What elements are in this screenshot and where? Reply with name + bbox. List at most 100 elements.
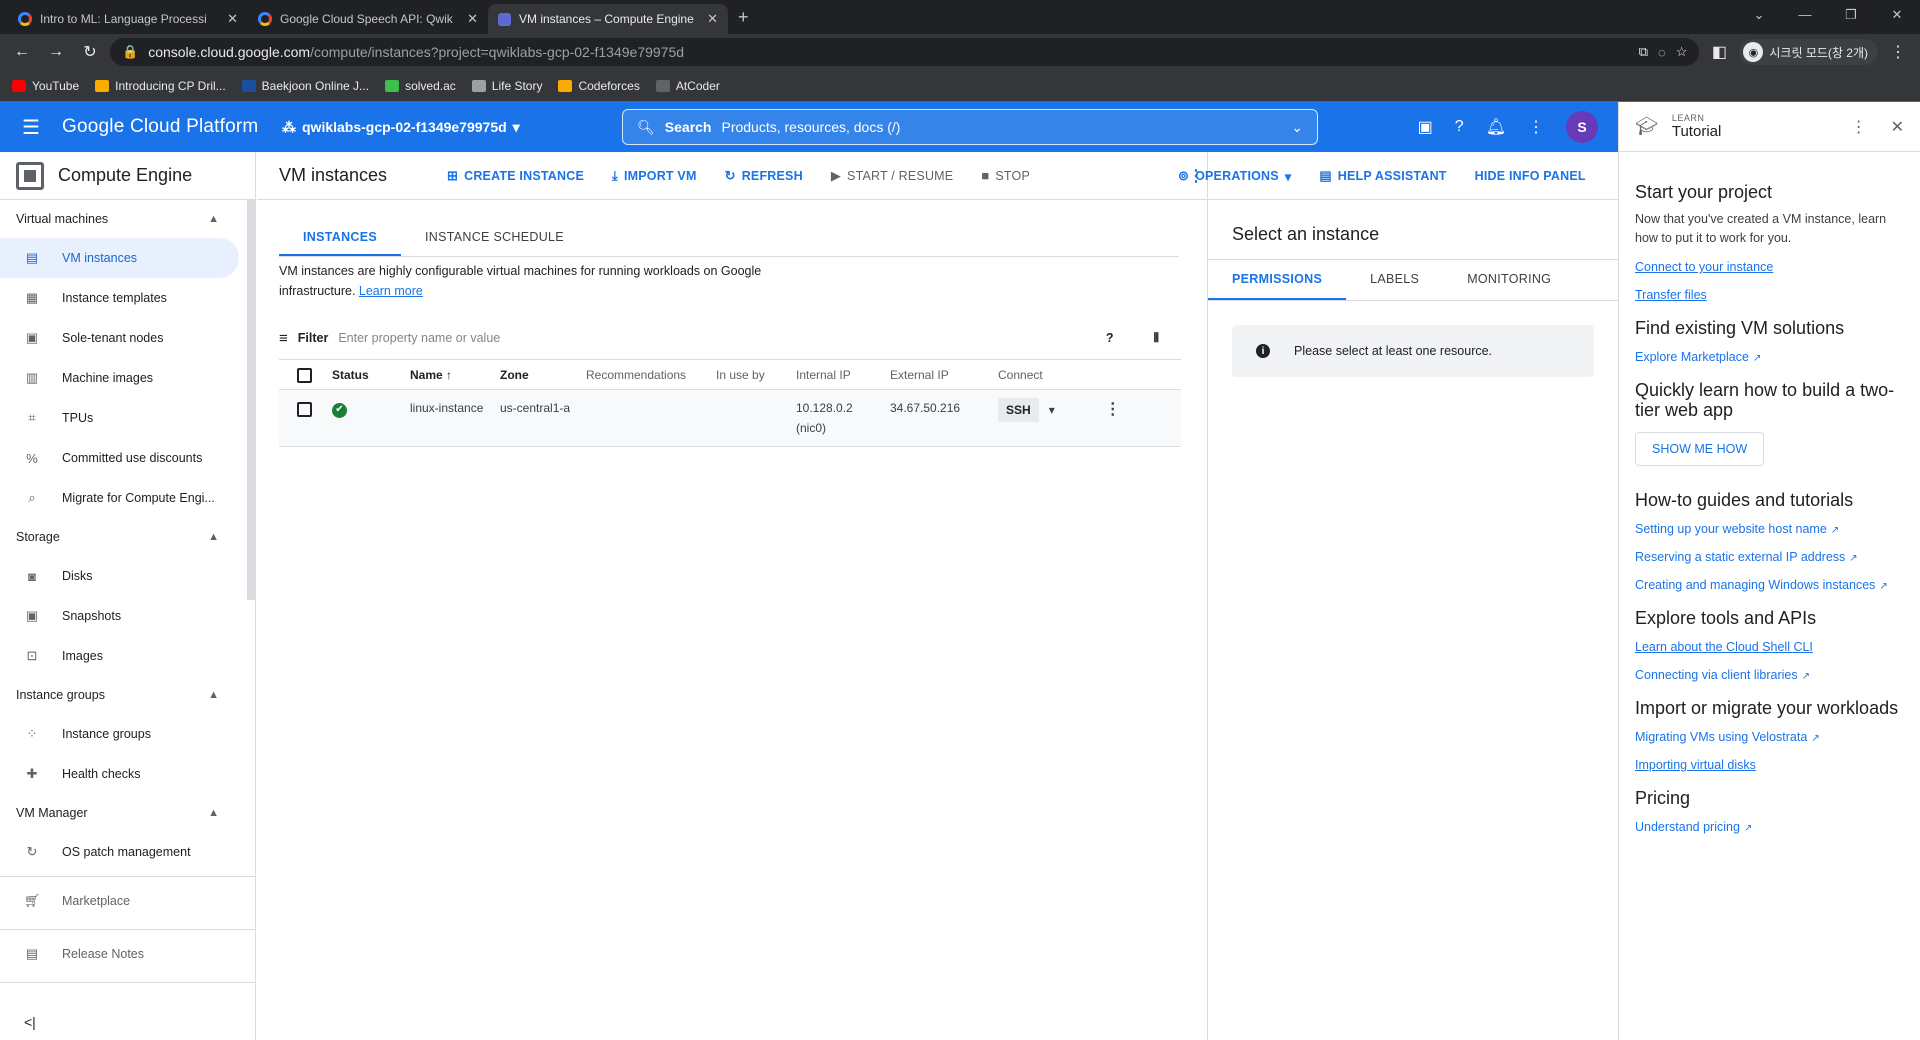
column-display-icon[interactable]: ⦀: [1153, 331, 1159, 346]
import-vm-button[interactable]: ⤓ IMPORT VM: [612, 168, 697, 184]
sidebar-item-marketplace[interactable]: 🛒︎ Marketplace: [0, 877, 255, 925]
table-row[interactable]: ✔ linux-instance us-central1-a 10.128.0.…: [279, 389, 1181, 447]
notifications-icon[interactable]: 🔔︎: [1486, 117, 1506, 137]
bookmark[interactable]: solved.ac: [385, 79, 456, 93]
star-icon[interactable]: ☆: [1676, 44, 1688, 60]
collapse-sidebar-icon[interactable]: <|: [24, 1014, 36, 1030]
search-input[interactable]: 🔍︎ Search Products, resources, docs (/) …: [622, 109, 1318, 145]
refresh-button[interactable]: ↻ REFRESH: [725, 168, 803, 184]
transfer-files-link[interactable]: Transfer files: [1635, 288, 1904, 302]
import-disks-link[interactable]: Importing virtual disks: [1635, 758, 1904, 772]
eye-off-icon[interactable]: ◌: [1658, 45, 1666, 60]
bookmark[interactable]: Codeforces: [558, 79, 640, 93]
create-instance-button[interactable]: ⊞ CREATE INSTANCE: [447, 168, 584, 184]
side-panel-icon[interactable]: ◧: [1705, 38, 1733, 66]
new-tab-button[interactable]: +: [728, 7, 759, 34]
sidebar-item-tpus[interactable]: ⌗ TPUs: [0, 398, 255, 438]
restore-icon[interactable]: ❐: [1828, 0, 1874, 30]
stop-button[interactable]: ■ STOP: [981, 168, 1030, 183]
external-ip-cell[interactable]: 34.67.50.216: [884, 389, 992, 447]
start-resume-button[interactable]: ▶ START / RESUME: [831, 168, 954, 184]
sidebar-item-sole-tenant-nodes[interactable]: ▣ Sole-tenant nodes: [0, 318, 255, 358]
sidebar-scrollbar[interactable]: [247, 200, 255, 600]
hide-info-panel-button[interactable]: HIDE INFO PANEL: [1475, 169, 1586, 183]
connect-instance-link[interactable]: Connect to your instance: [1635, 260, 1904, 274]
bookmark[interactable]: YouTube: [12, 79, 79, 93]
host-name-link[interactable]: Setting up your website host name ↗: [1635, 522, 1904, 536]
row-checkbox[interactable]: [297, 402, 312, 417]
filter-input[interactable]: Enter property name or value: [338, 331, 500, 345]
help-icon[interactable]: ?: [1455, 118, 1464, 136]
help-assistant-button[interactable]: ▤ HELP ASSISTANT: [1319, 168, 1446, 184]
close-window-icon[interactable]: ✕: [1874, 0, 1920, 30]
column-zone[interactable]: Zone: [494, 359, 580, 390]
client-libraries-link[interactable]: Connecting via client libraries ↗: [1635, 668, 1904, 682]
sidebar-item-vm-instances[interactable]: ▤ VM instances: [0, 238, 239, 278]
marketplace-link[interactable]: Explore Marketplace ↗: [1635, 350, 1904, 364]
help-icon[interactable]: ?: [1106, 331, 1114, 346]
close-tab-icon[interactable]: ✕: [227, 11, 238, 27]
tab-instance-schedule[interactable]: INSTANCE SCHEDULE: [401, 224, 588, 256]
sidebar-item-release-notes[interactable]: ▤ Release Notes: [0, 930, 255, 978]
close-tab-icon[interactable]: ✕: [707, 11, 718, 27]
column-external-ip[interactable]: External IP: [884, 359, 992, 390]
tab-search-icon[interactable]: ⌄: [1736, 0, 1782, 30]
reload-icon[interactable]: ↻: [76, 38, 104, 66]
filter-bar[interactable]: ≡ Filter Enter property name or value ? ⦀: [279, 323, 1179, 353]
ssh-button[interactable]: SSH: [998, 398, 1039, 422]
browser-tab-active[interactable]: VM instances – Compute Engine ✕: [488, 4, 728, 34]
sidebar-item-migrate[interactable]: ⌕ Migrate for Compute Engi...: [0, 478, 255, 518]
windows-instances-link[interactable]: Creating and managing Windows instances ↗: [1635, 578, 1904, 592]
more-vert-icon[interactable]: ⋮: [1851, 117, 1867, 137]
forward-icon[interactable]: →: [42, 38, 70, 66]
velostrata-link[interactable]: Migrating VMs using Velostrata ↗: [1635, 730, 1904, 744]
column-status[interactable]: Status: [326, 359, 404, 390]
sidebar-item-health-checks[interactable]: ✚ Health checks: [0, 754, 255, 794]
show-me-how-button[interactable]: SHOW ME HOW: [1635, 432, 1765, 466]
gcp-logo-title[interactable]: Google Cloud Platform: [62, 116, 282, 138]
minimize-icon[interactable]: —: [1782, 0, 1828, 30]
pricing-link[interactable]: Understand pricing ↗: [1635, 820, 1904, 834]
column-in-use-by[interactable]: In use by: [710, 359, 790, 390]
sidebar-item-committed-use[interactable]: % Committed use discounts: [0, 438, 255, 478]
bookmark[interactable]: Life Story: [471, 79, 542, 93]
sidebar-item-machine-images[interactable]: ▥ Machine images: [0, 358, 255, 398]
browser-tab[interactable]: Intro to ML: Language Processi ✕: [8, 4, 248, 34]
translate-icon[interactable]: ⧉: [1639, 44, 1648, 60]
column-name[interactable]: Name ↑: [404, 359, 494, 390]
section-virtual-machines[interactable]: Virtual machines ▲: [0, 200, 255, 238]
avatar[interactable]: S: [1566, 111, 1598, 143]
sidebar-item-images[interactable]: ⊡ Images: [0, 636, 255, 676]
row-more-icon[interactable]: ⋮: [1105, 400, 1121, 420]
browser-tab[interactable]: Google Cloud Speech API: Qwik ✕: [248, 4, 488, 34]
menu-icon[interactable]: ☰: [0, 115, 62, 140]
incognito-profile[interactable]: ◉ 시크릿 모드(창 2개): [1739, 39, 1878, 65]
sidebar-item-snapshots[interactable]: ▣ Snapshots: [0, 596, 255, 636]
bookmark[interactable]: AtCoder: [655, 79, 720, 93]
back-icon[interactable]: ←: [8, 38, 36, 66]
select-all-checkbox[interactable]: [297, 367, 312, 383]
bookmark[interactable]: Baekjoon Online J...: [241, 79, 369, 93]
browser-menu-icon[interactable]: ⋮: [1884, 38, 1912, 66]
tab-permissions[interactable]: PERMISSIONS: [1208, 260, 1347, 300]
sidebar-item-os-patch[interactable]: ↻ OS patch management: [0, 832, 255, 872]
more-vert-icon[interactable]: ⋮: [1528, 117, 1544, 137]
close-tab-icon[interactable]: ✕: [467, 11, 478, 27]
column-recommendations[interactable]: Recommendations: [580, 359, 710, 390]
tab-monitoring[interactable]: MONITORING: [1443, 260, 1575, 300]
omnibox[interactable]: 🔒 console.cloud.google.com/compute/insta…: [110, 38, 1700, 66]
cloud-shell-icon[interactable]: ▣: [1418, 117, 1433, 137]
learn-more-link[interactable]: Learn more: [359, 284, 423, 298]
project-selector[interactable]: ⁂ qwiklabs-gcp-02-f1349e79975d ▾: [282, 119, 622, 136]
sidebar-item-disks[interactable]: ◙ Disks: [0, 556, 255, 596]
tab-instances[interactable]: INSTANCES: [279, 224, 402, 256]
column-internal-ip[interactable]: Internal IP: [790, 359, 884, 390]
section-instance-groups[interactable]: Instance groups ▲: [0, 676, 255, 714]
section-vm-manager[interactable]: VM Manager ▲: [0, 794, 255, 832]
bookmark[interactable]: Introducing CP Dril...: [95, 79, 226, 93]
tab-labels[interactable]: LABELS: [1346, 260, 1443, 300]
sidebar-item-instance-templates[interactable]: ▦ Instance templates: [0, 278, 255, 318]
close-icon[interactable]: ✕: [1891, 117, 1904, 137]
sidebar-item-instance-groups[interactable]: ⁘ Instance groups: [0, 714, 255, 754]
column-connect[interactable]: Connect: [992, 359, 1181, 390]
